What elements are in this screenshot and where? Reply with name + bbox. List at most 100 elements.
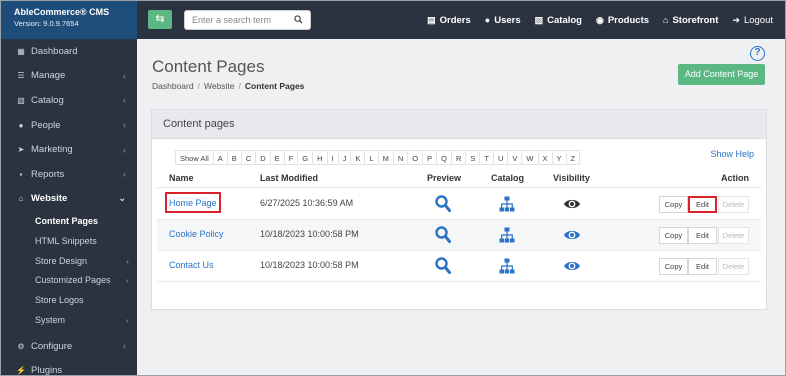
filter-letter[interactable]: C	[240, 150, 257, 165]
paper-plane-icon: ➤	[17, 145, 25, 155]
sidebar-item-catalog[interactable]: ▧ Catalog ‹	[1, 88, 137, 113]
edit-button[interactable]: Edit	[688, 196, 717, 213]
filter-letter[interactable]: D	[255, 150, 271, 165]
breadcrumb-website[interactable]: Website	[204, 81, 235, 91]
filter-letter[interactable]: L	[364, 150, 379, 165]
page-title: Content Pages	[152, 57, 265, 76]
preview-icon[interactable]	[435, 195, 451, 213]
delete-button: Delete	[718, 196, 749, 213]
breadcrumb-dashboard[interactable]: Dashboard	[152, 81, 194, 91]
filter-letter[interactable]: R	[450, 150, 467, 165]
page-name-link[interactable]: Home Page	[165, 192, 221, 213]
top-link-label: Users	[494, 14, 521, 26]
visibility-eye-icon[interactable]	[563, 259, 581, 273]
filter-letter[interactable]: H	[312, 150, 328, 165]
sidebar-item-label: Manage	[31, 70, 66, 82]
filter-letter[interactable]: Z	[565, 150, 581, 165]
last-modified: 6/27/2025 10:36:59 AM	[260, 198, 354, 208]
sidebar-subitem-store-logos[interactable]: Store Logos	[1, 290, 137, 310]
sidebar-subitem-content-pages[interactable]: Content Pages	[1, 211, 137, 231]
catalog-sitemap-icon[interactable]	[499, 196, 515, 212]
inbox-icon: ▤	[427, 14, 436, 25]
sidebar-item-reports[interactable]: ▪ Reports ‹	[1, 162, 137, 187]
delete-button: Delete	[718, 227, 749, 244]
filter-letter[interactable]: E	[269, 150, 285, 165]
th-large-icon: ▦	[17, 46, 25, 56]
filter-letter[interactable]: G	[297, 150, 314, 165]
top-link-logout[interactable]: ➜ Logout	[732, 15, 773, 26]
page-name-link[interactable]: Cookie Policy	[169, 229, 224, 239]
visibility-eye-icon[interactable]	[563, 228, 581, 242]
help-icon[interactable]: ?	[750, 46, 765, 61]
sidebar-toggle-button[interactable]: ⇆	[148, 10, 172, 29]
sidebar-item-dashboard[interactable]: ▦ Dashboard	[1, 39, 137, 64]
top-link-products[interactable]: ◉ Products	[596, 15, 649, 26]
filter-letter[interactable]: P	[422, 150, 438, 165]
table-row: Home Page 6/27/2025 10:36:59 AM Copy Edi…	[157, 189, 761, 220]
filter-letter[interactable]: O	[407, 150, 424, 165]
catalog-sitemap-icon[interactable]	[499, 258, 515, 274]
last-modified: 10/18/2023 10:00:58 PM	[260, 229, 359, 239]
top-link-label: Catalog	[547, 14, 582, 26]
breadcrumb: Dashboard / Website / Content Pages	[152, 81, 305, 91]
sidebar-item-configure[interactable]: ⚙ Configure ‹	[1, 334, 137, 359]
sidebar-subitem-store-design[interactable]: Store Design ‹	[1, 251, 137, 271]
top-bar: ⇆ ▤ Orders ● Users ▧ Catalog ◉	[137, 1, 785, 39]
filter-letter[interactable]: F	[283, 150, 299, 165]
top-link-label: Orders	[439, 14, 471, 26]
filter-letter[interactable]: W	[521, 150, 539, 165]
catalog-sitemap-icon[interactable]	[499, 227, 515, 243]
table-row: Cookie Policy 10/18/2023 10:00:58 PM Cop…	[157, 220, 761, 251]
page-name-link[interactable]: Contact Us	[169, 260, 214, 270]
filter-letter[interactable]: K	[350, 150, 366, 165]
search-icon[interactable]	[294, 15, 303, 24]
plug-icon: ⚡	[16, 366, 26, 376]
top-link-orders[interactable]: ▤ Orders	[427, 15, 471, 26]
copy-button[interactable]: Copy	[659, 196, 688, 213]
sidebar-item-label: Marketing	[31, 144, 73, 156]
sitemap-icon: ▧	[17, 95, 25, 105]
top-link-catalog[interactable]: ▧ Catalog	[535, 15, 582, 26]
show-help-link[interactable]: Show Help	[710, 149, 754, 159]
sidebar-item-manage[interactable]: ☰ Manage ‹	[1, 64, 137, 89]
sidebar-item-label: People	[31, 119, 61, 131]
list-icon: ☰	[17, 71, 25, 81]
brand-title: AbleCommerce® CMS	[14, 7, 110, 17]
copy-button[interactable]: Copy	[659, 227, 688, 244]
filter-letter[interactable]: U	[492, 150, 509, 165]
copy-button[interactable]: Copy	[659, 258, 688, 275]
brand[interactable]: AbleCommerce® CMS Version: 9.0.9.7654	[1, 1, 137, 39]
filter-letter[interactable]: Y	[551, 150, 567, 165]
sidebar-item-people[interactable]: ● People ‹	[1, 113, 137, 138]
visibility-eye-icon[interactable]	[563, 197, 581, 211]
app-window: AbleCommerce® CMS Version: 9.0.9.7654 ▦ …	[0, 0, 786, 376]
sidebar-subitem-html-snippets[interactable]: HTML Snippets	[1, 231, 137, 251]
sidebar-item-website[interactable]: ⌂ Website ⌄	[1, 187, 137, 212]
top-link-storefront[interactable]: ⌂ Storefront	[663, 15, 718, 26]
chevron-left-icon: ‹	[123, 144, 126, 155]
preview-icon[interactable]	[435, 226, 451, 244]
filter-show-all[interactable]: Show All	[175, 150, 214, 165]
filter-letter[interactable]: J	[337, 150, 352, 165]
filter-letter[interactable]: N	[392, 150, 409, 165]
filter-letter[interactable]: S	[465, 150, 481, 165]
sidebar-item-plugins[interactable]: ⚡ Plugins	[1, 359, 137, 376]
sidebar-item-marketing[interactable]: ➤ Marketing ‹	[1, 137, 137, 162]
top-link-users[interactable]: ● Users	[485, 15, 521, 26]
product-icon: ◉	[595, 14, 604, 25]
add-content-page-button[interactable]: Add Content Page	[678, 64, 765, 85]
filter-letter[interactable]: A	[212, 150, 228, 165]
sidebar-subitem-system[interactable]: System ‹	[1, 310, 137, 330]
edit-button[interactable]: Edit	[688, 227, 717, 244]
edit-button[interactable]: Edit	[688, 258, 717, 275]
filter-letter[interactable]: T	[479, 150, 494, 165]
filter-letter[interactable]: Q	[436, 150, 452, 165]
filter-letter[interactable]: M	[377, 150, 394, 165]
filter-letter[interactable]: X	[537, 150, 553, 165]
filter-letter[interactable]: B	[226, 150, 242, 165]
preview-icon[interactable]	[435, 257, 451, 275]
chevron-left-icon: ‹	[123, 169, 126, 180]
filter-letter[interactable]: V	[507, 150, 523, 165]
search-input[interactable]	[185, 11, 285, 29]
sidebar-subitem-customized-pages[interactable]: Customized Pages ‹	[1, 271, 137, 291]
